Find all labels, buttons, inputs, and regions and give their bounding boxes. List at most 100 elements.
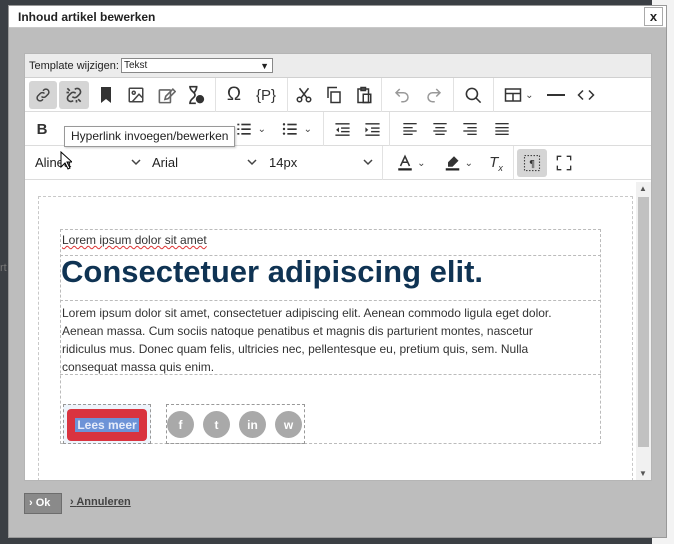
redo-icon (427, 88, 442, 103)
align-left-icon (403, 123, 417, 135)
copy-button[interactable] (321, 81, 347, 109)
read-more-button[interactable]: Lees meer (67, 409, 147, 441)
intro-line[interactable]: Lorem ipsum dolor sit amet (62, 233, 207, 247)
table-icon (505, 88, 522, 102)
edit-icon (158, 87, 176, 103)
unlink-button[interactable] (59, 81, 89, 109)
image-icon (128, 87, 144, 103)
outdent-button[interactable] (329, 115, 355, 143)
body-line: Lorem ipsum dolor sit amet, consectetuer… (62, 306, 552, 320)
cut-button[interactable] (291, 81, 317, 109)
hourglass-clock-icon (189, 85, 205, 105)
close-button[interactable]: x (644, 7, 663, 26)
link-icon (36, 88, 50, 102)
undo-button[interactable] (389, 81, 415, 109)
article-heading[interactable]: Consectetuer adipiscing elit. (61, 254, 483, 290)
editor-content[interactable]: Lorem ipsum dolor sit amet Consectetuer … (25, 182, 637, 480)
chevron-down-icon (363, 159, 373, 166)
outdent-icon (334, 122, 350, 136)
chevron-down-icon: ⌄ (298, 123, 312, 135)
twitter-icon[interactable]: t (203, 411, 230, 438)
show-blocks-button[interactable]: ¶ (517, 149, 547, 177)
copy-icon (327, 86, 341, 104)
bullet-list-button[interactable]: ⌄ (277, 115, 317, 143)
ok-button[interactable]: › Ok (24, 493, 62, 514)
paste-button[interactable] (351, 81, 377, 109)
text-color-button[interactable]: ⌄ (391, 149, 431, 177)
chevron-down-icon (131, 159, 141, 166)
bookmark-icon (101, 87, 111, 103)
linkedin-icon[interactable]: in (239, 411, 266, 438)
chevron-down-icon: ⌄ (252, 123, 266, 135)
fullscreen-icon (556, 155, 572, 171)
clear-formatting-button[interactable]: Tx (483, 149, 509, 177)
align-justify-icon (495, 123, 509, 135)
source-code-button[interactable] (573, 81, 599, 109)
body-line: ridiculus mus. Donec quam felis, ultrici… (62, 342, 529, 356)
chevron-down-icon: ▼ (260, 61, 269, 71)
code-icon (577, 89, 595, 101)
bullet-list-icon (282, 123, 297, 135)
insert-link-button[interactable] (29, 81, 57, 109)
numbered-list-icon (237, 123, 251, 135)
bold-button[interactable]: B (31, 115, 53, 143)
insert-table-button[interactable]: ⌄ (499, 81, 539, 109)
placeholder-icon: {P} (255, 86, 277, 104)
align-right-icon (463, 123, 477, 135)
redo-button[interactable] (421, 81, 447, 109)
align-center-button[interactable] (427, 115, 453, 143)
chevron-down-icon: ⌄ (414, 157, 426, 169)
special-character-button[interactable]: Ω (221, 81, 247, 109)
editor-scrollbar[interactable]: ▲ ▼ (636, 182, 651, 480)
bold-label: B (36, 120, 48, 138)
scissors-icon (296, 87, 312, 103)
link-tooltip: Hyperlink invoegen/bewerken (64, 126, 236, 147)
paragraph-blocks-icon: ¶ (523, 154, 541, 172)
unlink-icon (66, 87, 82, 103)
search-icon (465, 87, 481, 103)
scroll-thumb[interactable] (638, 197, 649, 447)
highlight-color-button[interactable]: ⌄ (437, 149, 479, 177)
template-label: Template wijzigen: (29, 60, 119, 72)
search-replace-button[interactable] (459, 81, 487, 109)
fullscreen-button[interactable] (551, 149, 577, 177)
mouse-cursor-icon (60, 151, 72, 170)
facebook-icon[interactable]: f (167, 411, 194, 438)
template-select[interactable]: Tekst ▼ (121, 58, 273, 73)
body-line: Aenean massa. Cum sociis natoque penatib… (62, 324, 533, 338)
svg-text:¶: ¶ (529, 159, 535, 170)
undo-icon (394, 88, 409, 103)
clipboard-icon (357, 86, 372, 104)
insert-date-button[interactable] (181, 81, 209, 109)
cancel-link[interactable]: › Annuleren (70, 496, 131, 508)
dialog-title: Inhoud artikel bewerken (18, 10, 156, 24)
chevron-down-icon (247, 159, 257, 166)
whatsapp-icon[interactable]: w (275, 411, 302, 438)
chevron-down-icon: ⌄ (522, 89, 534, 101)
font-size-value: 14px (269, 155, 298, 170)
scroll-down-icon[interactable]: ▼ (639, 469, 647, 478)
template-selected-value: Tekst (124, 60, 148, 71)
indent-button[interactable] (359, 115, 385, 143)
align-right-button[interactable] (457, 115, 483, 143)
justify-button[interactable] (489, 115, 515, 143)
article-body[interactable]: Lorem ipsum dolor sit amet, consectetuer… (62, 304, 597, 376)
insert-image-button[interactable] (123, 81, 149, 109)
rich-text-editor: Template wijzigen: Tekst ▼ Ω {P} ⌄ B ⌄ ⌄… (24, 53, 652, 481)
numbered-list-button[interactable]: ⌄ (231, 115, 271, 143)
insert-placeholder-button[interactable]: {P} (251, 81, 281, 109)
anchor-button[interactable] (93, 81, 119, 109)
indent-icon (364, 122, 380, 136)
body-line: consequat massa quis enim. (62, 360, 215, 374)
font-family-value: Arial (152, 155, 179, 170)
clear-format-icon: Tx (489, 153, 503, 173)
horizontal-rule-button[interactable] (543, 81, 569, 109)
scroll-up-icon[interactable]: ▲ (639, 184, 647, 193)
text-color-icon (398, 154, 413, 171)
align-left-button[interactable] (397, 115, 423, 143)
edit-article-dialog: Inhoud artikel bewerken x Template wijzi… (8, 5, 667, 538)
omega-icon: Ω (226, 84, 242, 105)
edit-image-button[interactable] (153, 81, 179, 109)
toolbar-row-3: Alinea Arial 14px ⌄ ⌄ Tx ¶ (25, 146, 651, 180)
chevron-down-icon: ⌄ (461, 157, 474, 169)
